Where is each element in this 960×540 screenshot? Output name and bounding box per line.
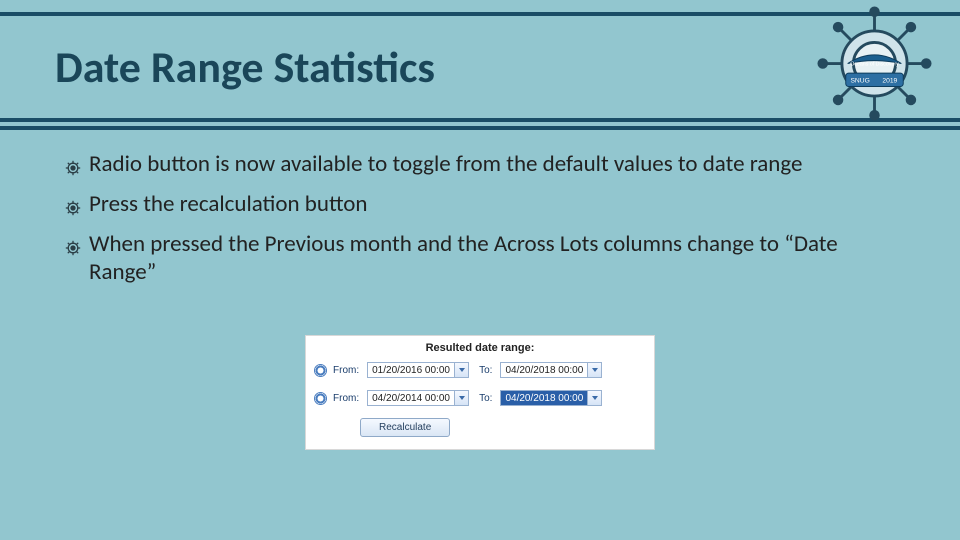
wheel-bullet-icon [65,235,89,264]
from-label: From: [333,365,359,376]
divider-under-title-1 [0,118,960,122]
from-radio[interactable] [314,364,327,377]
from-date-field[interactable]: 04/20/2014 00:00 [367,390,469,406]
dropdown-icon[interactable] [455,390,469,406]
bullet-text: When pressed the Previous month and the … [89,230,880,288]
date-row: From: 04/20/2014 00:00 To: 04/20/2018 00… [314,390,646,406]
dropdown-icon[interactable] [455,362,469,378]
logo-ribbon-text: Oceans of Discovery [850,61,899,67]
bullet-text: Press the recalculation button [89,190,880,219]
wheel-bullet-icon [65,155,89,184]
divider-under-title-2 [0,126,960,130]
to-date-input[interactable]: 04/20/2018 00:00 [500,362,588,378]
dropdown-icon[interactable] [588,390,602,406]
date-row: From: 01/20/2016 00:00 To: 04/20/2018 00… [314,362,646,378]
title-block: Date Range Statistics [55,40,905,94]
content-area: Radio button is now available to toggle … [65,150,880,293]
date-range-figure: Resulted date range: From: 01/20/2016 00… [305,335,655,450]
page-title: Date Range Statistics [55,40,905,94]
from-date-input[interactable]: 04/20/2014 00:00 [367,390,455,406]
to-date-field[interactable]: 04/20/2018 00:00 [500,362,602,378]
figure-heading: Resulted date range: [314,342,646,354]
divider-top [0,12,960,16]
from-radio[interactable] [314,392,327,405]
to-date-input[interactable]: 04/20/2018 00:00 [500,390,588,406]
logo-badge-left: SNUG [850,78,869,85]
bullet-item: When pressed the Previous month and the … [65,230,880,288]
dropdown-icon[interactable] [588,362,602,378]
to-label: To: [479,393,492,404]
from-date-field[interactable]: 01/20/2016 00:00 [367,362,469,378]
from-date-input[interactable]: 01/20/2016 00:00 [367,362,455,378]
logo-badge: Oceans of Discovery SNUG 2019 [817,6,932,121]
wheel-bullet-icon [65,195,89,224]
to-date-field[interactable]: 04/20/2018 00:00 [500,390,602,406]
recalc-row: Recalculate [314,418,646,437]
recalculate-button[interactable]: Recalculate [360,418,450,437]
bullet-text: Radio button is now available to toggle … [89,150,880,179]
bullet-item: Radio button is now available to toggle … [65,150,880,184]
bullet-item: Press the recalculation button [65,190,880,224]
from-label: From: [333,393,359,404]
slide: Date Range Statistics [0,0,960,540]
logo-badge-right: 2019 [882,78,897,85]
to-label: To: [479,365,492,376]
